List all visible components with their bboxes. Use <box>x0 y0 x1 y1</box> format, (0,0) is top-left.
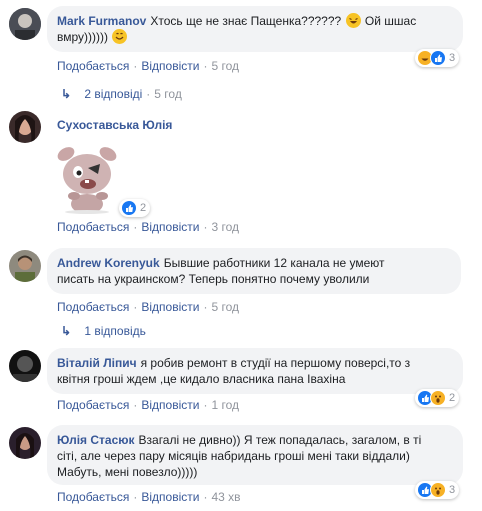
comment-bubble: Юлія Стасюк Взагалі не дивно)) Я теж попа… <box>47 425 463 485</box>
like-link[interactable]: Подобається <box>57 490 129 504</box>
comment-bubble: Andrew Korenyuk Бывшие работники 12 канал… <box>47 248 461 294</box>
reaction-summary[interactable]: 3 <box>415 49 460 67</box>
like-icon <box>430 50 446 66</box>
comment-author[interactable]: Andrew Korenyuk <box>57 256 160 270</box>
comment-author[interactable]: Сухоставська Юлія <box>57 118 172 132</box>
replies-time: 5 год <box>154 87 182 101</box>
reaction-count: 2 <box>140 202 147 214</box>
reply-link[interactable]: Відповісти <box>141 490 199 504</box>
laughing-emoji-icon <box>345 13 361 28</box>
like-icon <box>121 200 137 216</box>
comment-actions: Подобається · Відповісти · 3 год <box>57 220 239 234</box>
comment-text: я робив ремонт в студії на першому повер… <box>140 356 411 370</box>
comment-text-3: Мабуть, мені повезло))))) <box>57 465 198 479</box>
view-replies[interactable]: ↳ 1 відповідь <box>61 324 146 338</box>
avatar[interactable] <box>9 111 41 143</box>
reply-link[interactable]: Відповісти <box>141 59 199 73</box>
comment-actions: Подобається · Відповісти · 43 хв <box>57 490 241 504</box>
comment-bubble: Віталій Ліпич я робив ремонт в студії на … <box>47 348 463 394</box>
comment-text: Взагалі не дивно)) Я теж попадалась, заг… <box>138 433 422 447</box>
comment-author[interactable]: Mark Furmanov <box>57 14 146 28</box>
reply-link[interactable]: Відповісти <box>141 398 199 412</box>
comment-text: Хтось ще не знає Пащенка?????? <box>150 14 342 28</box>
comment-author[interactable]: Юлія Стасюк <box>57 433 135 447</box>
comment-text-3: вмру)))))) <box>57 30 109 44</box>
view-replies[interactable]: ↳ 2 відповіді · 5 год <box>61 87 182 101</box>
wow-icon <box>430 390 446 406</box>
reaction-summary[interactable]: 2 <box>119 199 151 217</box>
reaction-count: 3 <box>449 484 456 496</box>
comment-bubble: Mark Furmanov Хтось ще не знає Пащенка???… <box>47 6 463 52</box>
like-link[interactable]: Подобається <box>57 59 129 73</box>
wow-icon <box>430 482 446 498</box>
reaction-count: 3 <box>449 52 456 64</box>
like-link[interactable]: Подобається <box>57 300 129 314</box>
timestamp[interactable]: 1 год <box>211 398 239 412</box>
reply-link[interactable]: Відповісти <box>141 220 199 234</box>
timestamp[interactable]: 43 хв <box>211 490 240 504</box>
comment-text-2: сіті, але через пару місяців набридань г… <box>57 449 410 463</box>
timestamp[interactable]: 3 год <box>211 220 239 234</box>
reply-arrow-icon: ↳ <box>61 87 72 101</box>
comment-text-2: писать на украинском? Теперь понятно поч… <box>57 272 370 286</box>
replies-count[interactable]: 1 відповідь <box>84 324 146 338</box>
avatar[interactable] <box>9 350 41 382</box>
timestamp[interactable]: 5 год <box>211 59 239 73</box>
timestamp[interactable]: 5 год <box>211 300 239 314</box>
reaction-summary[interactable]: 2 <box>415 389 460 407</box>
comment-text-2: квітня гроші ждем ,це кидало власника па… <box>57 372 346 386</box>
avatar[interactable] <box>9 250 41 282</box>
avatar[interactable] <box>9 427 41 459</box>
reply-arrow-icon: ↳ <box>61 324 72 338</box>
reaction-summary[interactable]: 3 <box>415 481 460 499</box>
like-link[interactable]: Подобається <box>57 398 129 412</box>
avatar[interactable] <box>9 8 41 40</box>
comment-actions: Подобається · Відповісти · 1 год <box>57 398 239 412</box>
replies-count[interactable]: 2 відповіді <box>84 87 142 101</box>
comment-actions: Подобається · Відповісти · 5 год <box>57 300 239 314</box>
reply-link[interactable]: Відповісти <box>141 300 199 314</box>
like-link[interactable]: Подобається <box>57 220 129 234</box>
comment-text: Бывшие работники 12 канала не умеют <box>163 256 385 270</box>
comment-author[interactable]: Віталій Ліпич <box>57 356 137 370</box>
comment-text-2: Ой шшас <box>364 14 417 28</box>
comment-actions: Подобається · Відповісти · 5 год <box>57 59 239 73</box>
smile-emoji-icon <box>112 29 128 44</box>
rabbit-sticker-icon[interactable] <box>52 138 122 214</box>
reaction-count: 2 <box>449 392 456 404</box>
